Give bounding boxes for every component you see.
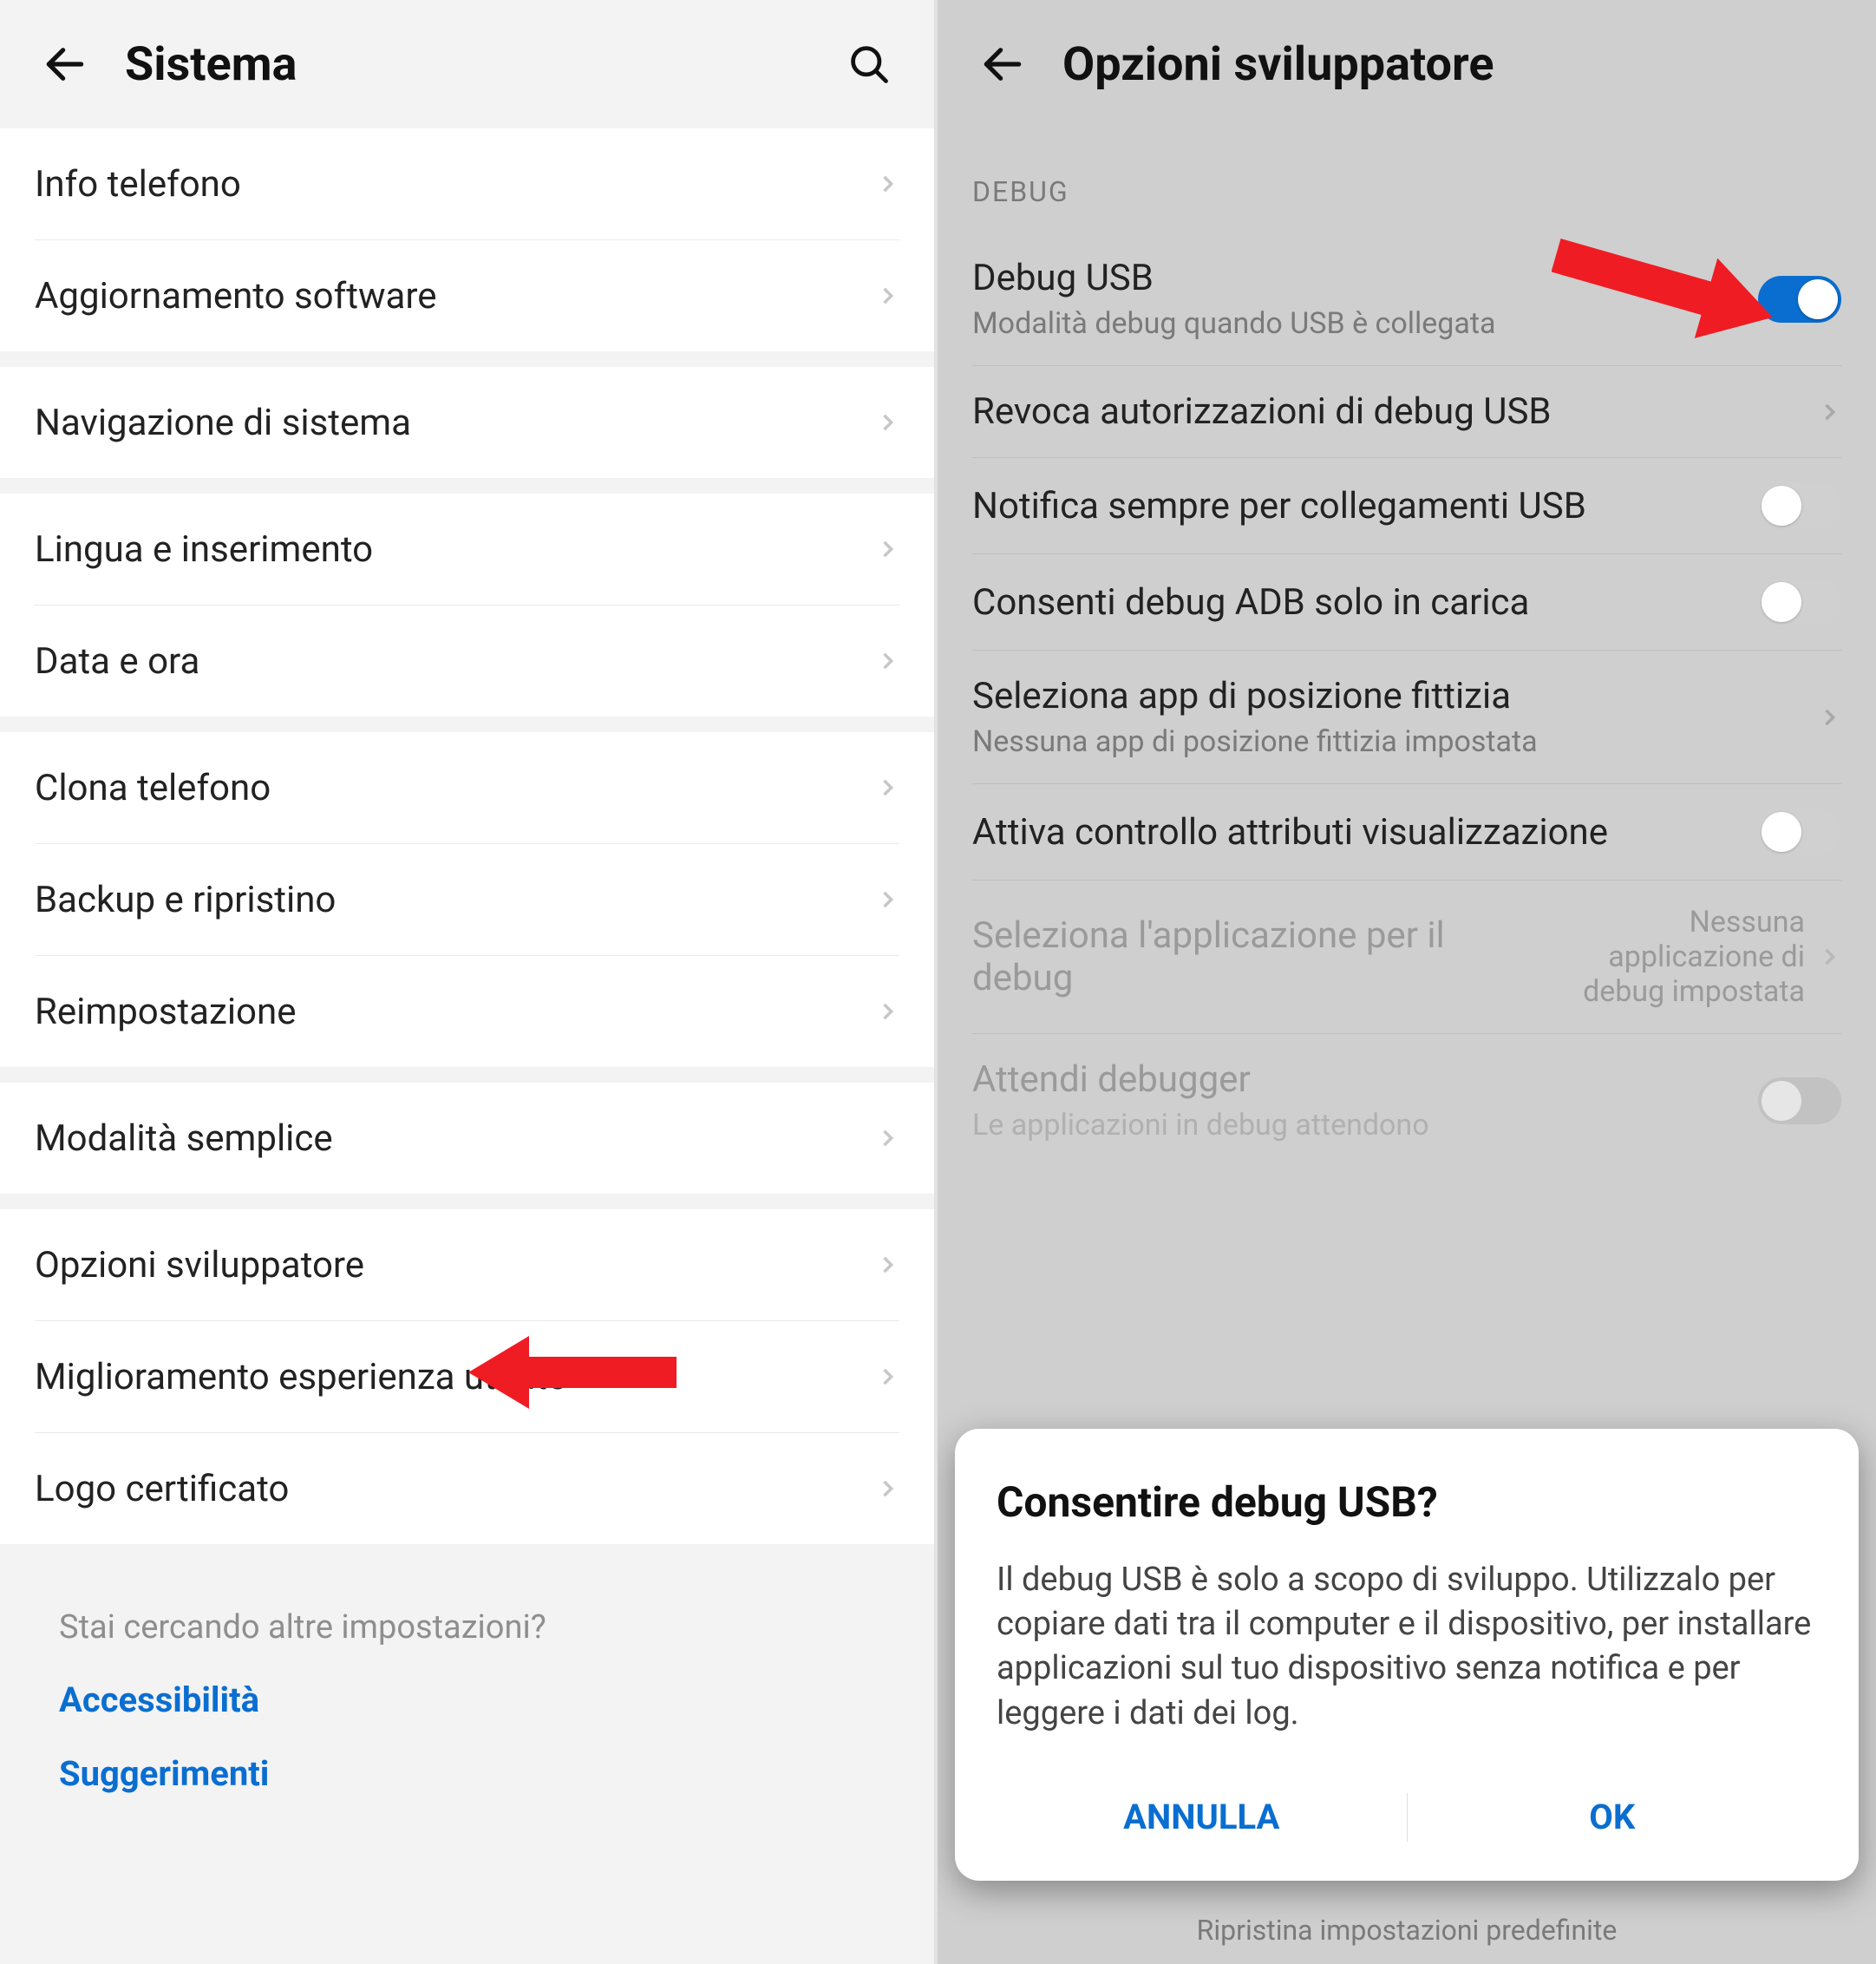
dialog-title: Consentire debug USB? bbox=[997, 1477, 1817, 1527]
search-button[interactable] bbox=[839, 34, 899, 95]
row-title: Seleziona app di posizione fittizia bbox=[972, 675, 1817, 717]
row-subtitle: Modalità debug quando USB è collegata bbox=[972, 306, 1758, 341]
row-title: Attiva controllo attributi visualizzazio… bbox=[972, 811, 1758, 854]
row-label: Logo certificato bbox=[35, 1468, 875, 1510]
row-label: Lingua e inserimento bbox=[35, 528, 875, 571]
back-button[interactable] bbox=[972, 34, 1033, 95]
row-mock-location[interactable]: Seleziona app di posizione fittizia Ness… bbox=[938, 651, 1876, 783]
chevron-right-icon bbox=[875, 1119, 899, 1157]
hint-question: Stai cercando altre impostazioni? bbox=[59, 1608, 875, 1646]
header: Opzioni sviluppatore bbox=[938, 0, 1876, 128]
row-backup-ripristino[interactable]: Backup e ripristino bbox=[0, 844, 934, 955]
row-data-ora[interactable]: Data e ora bbox=[0, 606, 934, 717]
dialog-cancel-button[interactable]: ANNULLA bbox=[997, 1774, 1407, 1860]
chevron-right-icon bbox=[875, 642, 899, 680]
row-lingua-inserimento[interactable]: Lingua e inserimento bbox=[0, 494, 934, 605]
toggle-adb-in-carica[interactable] bbox=[1758, 579, 1841, 625]
chevron-right-icon bbox=[875, 165, 899, 203]
row-subtitle: Le applicazioni in debug attendono bbox=[972, 1108, 1758, 1142]
back-button[interactable] bbox=[35, 34, 95, 95]
row-label: Opzioni sviluppatore bbox=[35, 1244, 875, 1286]
chevron-right-icon bbox=[1817, 393, 1841, 431]
chevron-right-icon bbox=[1817, 938, 1841, 976]
row-debug-usb[interactable]: Debug USB Modalità debug quando USB è co… bbox=[938, 232, 1876, 365]
chevron-right-icon bbox=[875, 992, 899, 1031]
row-reimpostazione[interactable]: Reimpostazione bbox=[0, 956, 934, 1067]
link-suggerimenti[interactable]: Suggerimenti bbox=[59, 1753, 875, 1794]
header: Sistema bbox=[0, 0, 934, 128]
row-label: Reimpostazione bbox=[35, 991, 875, 1033]
chevron-right-icon bbox=[875, 403, 899, 442]
toggle-debug-usb[interactable] bbox=[1758, 276, 1841, 323]
toggle-notifica-usb[interactable] bbox=[1758, 482, 1841, 529]
arrow-left-icon bbox=[41, 40, 89, 88]
row-label: Info telefono bbox=[35, 163, 875, 206]
row-info-telefono[interactable]: Info telefono bbox=[0, 128, 934, 239]
row-subtitle: Nessuna app di posizione fittizia impost… bbox=[972, 724, 1817, 759]
row-title: Attendi debugger bbox=[972, 1058, 1758, 1101]
chevron-right-icon bbox=[1817, 698, 1841, 736]
row-logo-certificato[interactable]: Logo certificato bbox=[0, 1433, 934, 1544]
chevron-right-icon bbox=[875, 881, 899, 919]
row-adb-in-carica[interactable]: Consenti debug ADB solo in carica bbox=[938, 554, 1876, 650]
dialog-body: Il debug USB è solo a scopo di sviluppo.… bbox=[997, 1558, 1817, 1736]
chevron-right-icon bbox=[875, 277, 899, 315]
page-title: Sistema bbox=[125, 37, 839, 92]
row-label: Data e ora bbox=[35, 640, 875, 683]
section-header-debug: DEBUG bbox=[938, 128, 1876, 232]
search-icon bbox=[846, 42, 892, 87]
row-clona-telefono[interactable]: Clona telefono bbox=[0, 732, 934, 843]
chevron-right-icon bbox=[875, 1246, 899, 1284]
row-label: Clona telefono bbox=[35, 767, 875, 809]
row-revoca-autorizzazioni[interactable]: Revoca autorizzazioni di debug USB bbox=[938, 366, 1876, 457]
row-title: Revoca autorizzazioni di debug USB bbox=[972, 390, 1817, 433]
row-label: Modalità semplice bbox=[35, 1117, 875, 1160]
chevron-right-icon bbox=[875, 1358, 899, 1396]
chevron-right-icon bbox=[875, 769, 899, 807]
row-modalita-semplice[interactable]: Modalità semplice bbox=[0, 1083, 934, 1194]
row-wait-debugger: Attendi debugger Le applicazioni in debu… bbox=[938, 1034, 1876, 1167]
row-opzioni-sviluppatore[interactable]: Opzioni sviluppatore bbox=[0, 1209, 934, 1320]
reset-defaults-link[interactable]: Ripristina impostazioni predefinite bbox=[938, 1914, 1876, 1947]
row-select-debug-app: Seleziona l'applicazione per il debug Ne… bbox=[938, 881, 1876, 1033]
arrow-left-icon bbox=[978, 40, 1027, 88]
chevron-right-icon bbox=[875, 530, 899, 568]
toggle-wait-debugger bbox=[1758, 1077, 1841, 1124]
row-navigazione-sistema[interactable]: Navigazione di sistema bbox=[0, 367, 934, 478]
other-settings-hint: Stai cercando altre impostazioni? Access… bbox=[35, 1579, 899, 1844]
row-title: Consenti debug ADB solo in carica bbox=[972, 581, 1758, 624]
row-value: Nessuna applicazione di debug impostata bbox=[1545, 905, 1805, 1009]
row-aggiornamento-software[interactable]: Aggiornamento software bbox=[0, 240, 934, 351]
row-view-attributes[interactable]: Attiva controllo attributi visualizzazio… bbox=[938, 784, 1876, 880]
row-label: Aggiornamento software bbox=[35, 275, 875, 318]
link-accessibilita[interactable]: Accessibilità bbox=[59, 1679, 875, 1720]
row-label: Navigazione di sistema bbox=[35, 402, 875, 444]
page-title: Opzioni sviluppatore bbox=[1062, 37, 1494, 92]
row-miglioramento-esperienza[interactable]: Miglioramento esperienza utente bbox=[0, 1321, 934, 1432]
row-label: Backup e ripristino bbox=[35, 879, 875, 921]
usb-debug-dialog: Consentire debug USB? Il debug USB è sol… bbox=[955, 1429, 1859, 1881]
row-title: Notifica sempre per collegamenti USB bbox=[972, 485, 1758, 527]
row-title: Debug USB bbox=[972, 257, 1758, 299]
chevron-right-icon bbox=[875, 1470, 899, 1508]
dialog-ok-button[interactable]: OK bbox=[1408, 1774, 1818, 1860]
row-notifica-usb[interactable]: Notifica sempre per collegamenti USB bbox=[938, 458, 1876, 553]
toggle-view-attributes[interactable] bbox=[1758, 809, 1841, 855]
row-title: Seleziona l'applicazione per il debug bbox=[972, 914, 1545, 999]
developer-options-pane: Opzioni sviluppatore DEBUG Debug USB Mod… bbox=[934, 0, 1876, 1964]
row-label: Miglioramento esperienza utente bbox=[35, 1356, 875, 1398]
system-settings-pane: Sistema Info telefono Aggiornamento soft… bbox=[0, 0, 934, 1964]
